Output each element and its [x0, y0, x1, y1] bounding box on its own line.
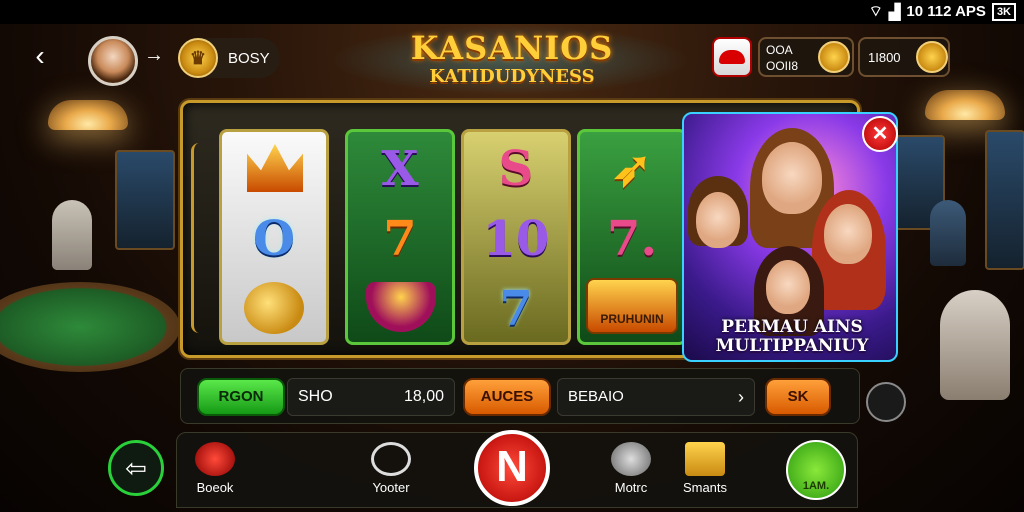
reel-4: ➶ 7. PRUHUNIN — [577, 129, 687, 345]
avatar[interactable] — [88, 36, 138, 86]
wifi-icon: ⌔ — [868, 3, 883, 20]
nav-item-smants[interactable]: Smants — [670, 442, 740, 502]
reel-2: X 7 — [345, 129, 455, 345]
wrench-icon — [611, 442, 651, 476]
gems-value: 1I800 — [868, 50, 901, 65]
nav-item-motrc[interactable]: Motrc — [596, 442, 666, 502]
option-dropdown[interactable]: BEBAIO › — [557, 378, 755, 416]
stats-icon — [685, 442, 725, 476]
character-face — [696, 192, 740, 248]
coin-balance-pill[interactable]: ♛ BOSY — [178, 38, 280, 78]
bet-field[interactable]: SHO 18,00 — [287, 378, 455, 416]
character-face — [824, 204, 872, 264]
spin-button[interactable]: N — [474, 430, 550, 506]
coin-icon — [818, 41, 850, 73]
bet-controls: RGON SHO 18,00 AUCES BEBAIO › SK — [180, 368, 860, 424]
gauge-icon — [371, 442, 411, 476]
arrow-left-icon: ⇦ — [125, 453, 147, 483]
promo-line-2: MULTIPPANIUY — [715, 336, 869, 356]
character-face — [766, 260, 810, 314]
coin-icon: ♛ — [178, 38, 218, 78]
battery-icon: 3K — [991, 2, 1016, 21]
nav-item-book[interactable]: Boeok — [180, 442, 250, 502]
spin-icon: N — [496, 442, 528, 491]
frame-ornament — [191, 143, 207, 333]
green-action-button[interactable]: RGON — [197, 378, 285, 416]
orange-small-button[interactable]: SK — [765, 378, 831, 416]
promo-line-1: PERMAU AINS — [721, 317, 863, 337]
crown-symbol-icon — [247, 144, 303, 192]
bg-person — [930, 200, 966, 266]
bet-field-label: SHO — [298, 388, 333, 405]
reel-symbol: 10 — [482, 211, 550, 267]
nav-item-yooter[interactable]: Yooter — [356, 442, 426, 502]
reel-symbol: S — [498, 141, 534, 197]
shop-button[interactable] — [712, 37, 752, 77]
shop-icon — [719, 50, 745, 64]
bg-person — [940, 290, 1010, 400]
forward-arrow-icon[interactable]: → — [144, 44, 164, 67]
lamp-left — [48, 100, 128, 130]
close-icon: ✕ — [871, 123, 889, 145]
game-logo: KASANIOS KATIDUDYNESS — [398, 30, 626, 96]
lamp-right — [925, 90, 1005, 120]
auto-button[interactable]: 1AM. — [786, 440, 846, 500]
round-toggle-button[interactable] — [866, 382, 906, 422]
nav-label: Yooter — [372, 480, 410, 495]
chevron-right-icon: › — [738, 387, 744, 407]
reel-symbol: X — [381, 141, 419, 197]
book-icon — [195, 442, 235, 476]
reel-1: O — [219, 129, 329, 345]
bg-slot-machine — [985, 130, 1024, 270]
leaf-symbol-icon: ➶ — [611, 141, 653, 197]
close-promo-button[interactable]: ✕ — [862, 116, 898, 152]
signal-icon: ▟ — [888, 3, 901, 21]
bet-field-value: 18,00 — [403, 388, 444, 405]
reel-3: S 10 7 — [461, 129, 571, 345]
nav-label: Motrc — [614, 480, 648, 495]
pharaoh-symbol: PRUHUNIN — [586, 278, 678, 334]
back-arrow-button[interactable]: ⇦ — [108, 440, 164, 496]
logo-line-1: KASANIOS — [410, 29, 614, 67]
auto-label: 1AM. — [802, 480, 830, 492]
bg-person — [52, 200, 92, 270]
back-button[interactable]: ‹ — [28, 42, 52, 72]
reel-symbol: 7. — [606, 211, 658, 267]
reel-symbol: O — [253, 211, 295, 267]
nav-label: Boeok — [196, 480, 234, 495]
character-face — [762, 142, 822, 214]
coin-balance-value: BOSY — [228, 49, 270, 67]
logo-line-2: KATIDUDYNESS — [429, 66, 595, 87]
status-bar: ⌔ ▟ 10 112 APS 3K — [0, 0, 1024, 24]
roulette-table — [0, 282, 180, 372]
dropdown-value: BEBAIO — [568, 388, 624, 405]
promo-banner[interactable]: PERMAU AINS MULTIPPANIUY — [682, 112, 898, 362]
status-time: 10 112 APS — [906, 3, 986, 20]
orange-action-button[interactable]: AUCES — [463, 378, 551, 416]
gem-icon — [916, 41, 948, 73]
treasure-bowl-symbol-icon — [366, 282, 436, 332]
reel-symbol: 7 — [383, 211, 417, 267]
coins-symbol-icon — [244, 282, 304, 334]
nav-label: Smants — [682, 480, 728, 495]
bg-slot-machine — [115, 150, 175, 250]
reel-symbol: 7 — [499, 281, 533, 337]
